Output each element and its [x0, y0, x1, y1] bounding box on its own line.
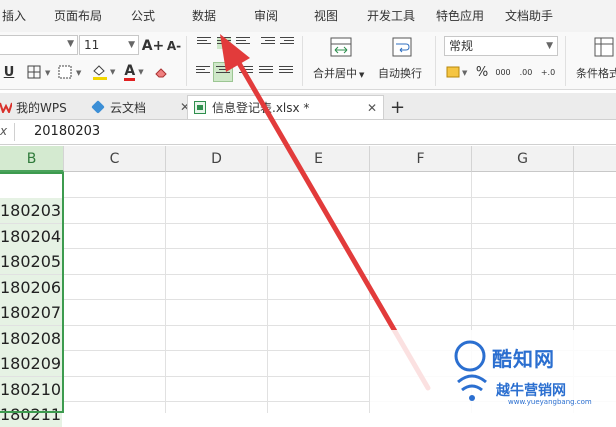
- watermark-line3: www.yueyangbang.com: [508, 398, 592, 406]
- watermark-line2: 越牛营销网: [496, 383, 566, 399]
- watermark-line1: 酷知网: [492, 347, 555, 371]
- watermark: 酷知网 越牛营销网 www.yueyangbang.com: [370, 330, 616, 413]
